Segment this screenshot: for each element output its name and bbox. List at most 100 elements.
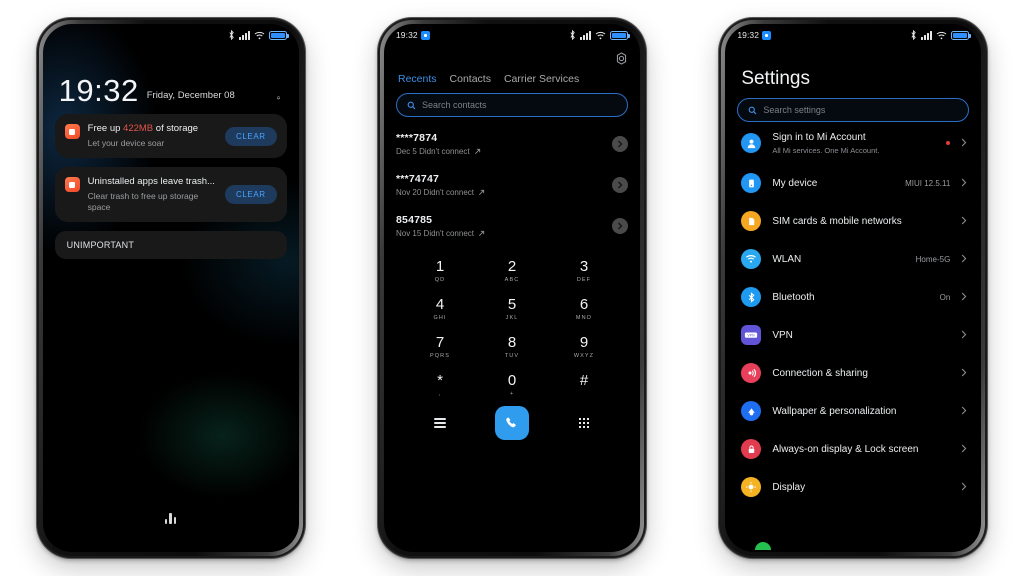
search-settings-bar[interactable]: Search settings <box>737 98 970 122</box>
status-badge <box>946 141 951 145</box>
call-info: ****7874 Dec 5 Didn't connect <box>396 132 604 156</box>
unimportant-section-header[interactable]: UNIMPORTANT <box>54 231 287 260</box>
settings-item-my-device[interactable]: My device MIUI 12.5.11 <box>725 164 981 202</box>
notification-card[interactable]: Free up 422MB of storage Let your device… <box>54 114 287 159</box>
dialpad-key-9[interactable]: 9 WXYZ <box>548 328 620 366</box>
call-log-row[interactable]: ****7874 Dec 5 Didn't connect <box>396 123 628 164</box>
dialpad-digit: 7 <box>435 334 445 351</box>
settings-item-body: Connection & sharing <box>772 367 950 380</box>
tab-carrier-services[interactable]: Carrier Services <box>504 73 579 85</box>
wifi-icon <box>741 249 762 269</box>
dialpad-key-2[interactable]: 2 ABC <box>476 252 548 290</box>
call-meta-text: Nov 20 Didn't connect <box>395 188 474 197</box>
call-meta-text: Dec 5 Didn't connect <box>395 147 470 156</box>
dialpad-key-7[interactable]: 7 PQRS <box>404 328 476 366</box>
dialpad-letters: PQRS <box>429 353 450 359</box>
signal-icon <box>921 30 933 40</box>
settings-item-body: Display <box>772 481 950 494</box>
notification-card[interactable]: Uninstalled apps leave trash... Clear tr… <box>54 167 287 223</box>
dialpad-toggle-button[interactable] <box>548 406 620 440</box>
settings-item-connection-sharing[interactable]: Connection & sharing <box>725 354 981 392</box>
settings-item-mi-account[interactable]: Sign in to Mi Account All Mi services. O… <box>725 122 981 164</box>
search-contacts-bar[interactable]: Search contacts <box>395 93 628 117</box>
clear-button[interactable]: CLEAR <box>224 126 277 146</box>
dialpad-letters: QD <box>434 277 446 283</box>
settings-item-wallpaper[interactable]: Wallpaper & personalization <box>725 392 981 430</box>
bluetooth-icon <box>570 30 575 40</box>
brightness-icon <box>741 477 762 497</box>
settings-item-value: MIUI 12.5.11 <box>905 178 951 188</box>
dialpad-key-8[interactable]: 8 TUV <box>476 328 548 366</box>
dialpad-digit: 2 <box>507 258 517 275</box>
battery-icon <box>609 30 630 40</box>
chevron-right-icon <box>961 174 967 192</box>
notification-text: Let your device soar <box>87 138 165 149</box>
dialpad-key-3[interactable]: 3 DEF <box>548 252 620 290</box>
settings-item-partial-icon <box>755 542 772 550</box>
settings-item-label: Always-on display & Lock screen <box>772 443 919 455</box>
settings-item-sim-cards[interactable]: SIM cards & mobile networks <box>725 202 981 240</box>
menu-button[interactable] <box>404 406 476 440</box>
dialpad-grid-icon <box>578 417 590 429</box>
dialpad-key-6[interactable]: 6 MNO <box>548 290 620 328</box>
dialpad-key-4[interactable]: 4 GHI <box>404 290 476 328</box>
search-icon <box>407 101 416 109</box>
chevron-right-icon <box>961 326 967 344</box>
settings-item-bluetooth[interactable]: Bluetooth On <box>725 278 981 316</box>
chevron-right-icon <box>961 364 967 382</box>
call-detail-chevron-icon[interactable] <box>611 177 628 193</box>
call-meta: Nov 20 Didn't connect <box>396 188 604 197</box>
clear-button[interactable]: CLEAR <box>224 185 277 205</box>
dialpad-key-hash[interactable]: # <box>548 366 620 404</box>
call-number: 854785 <box>395 214 433 226</box>
tab-recents[interactable]: Recents <box>398 73 437 85</box>
dialpad-key-star[interactable]: * , <box>404 366 476 404</box>
hamburger-menu-icon <box>433 418 446 428</box>
tab-contacts[interactable]: Contacts <box>450 73 491 85</box>
dialpad-digit: 8 <box>507 334 517 351</box>
connection-sharing-icon <box>741 363 762 383</box>
search-contacts-placeholder: Search contacts <box>421 100 487 110</box>
call-info: ***74747 Nov 20 Didn't connect <box>396 173 604 197</box>
notification-text: Clear trash to free up storage space <box>87 191 199 213</box>
bluetooth-icon <box>741 287 762 307</box>
settings-item-value: On <box>939 292 951 302</box>
status-right <box>910 30 972 40</box>
gear-icon[interactable] <box>615 52 628 65</box>
call-button[interactable] <box>494 406 529 440</box>
call-detail-chevron-icon[interactable] <box>611 218 628 234</box>
settings-item-body: My device <box>772 177 894 190</box>
chevron-right-icon <box>961 134 967 152</box>
recents-list: ****7874 Dec 5 Didn't connect ***74747 N… <box>384 117 640 246</box>
call-log-row[interactable]: ***74747 Nov 20 Didn't connect <box>396 164 628 205</box>
phone2-status-bar: 19:32 <box>384 24 640 46</box>
cleaner-app-icon <box>64 177 80 193</box>
lockscreen-clock-row: 19:32 Friday, December 08 <box>43 46 299 108</box>
lockscreen-clock: 19:32 <box>58 73 139 108</box>
settings-item-display[interactable]: Display <box>725 468 981 506</box>
dialpad-letters: WXYZ <box>573 353 595 359</box>
call-detail-chevron-icon[interactable] <box>611 136 628 152</box>
call-log-row[interactable]: 854785 Nov 15 Didn't connect <box>396 205 628 246</box>
call-number: ***74747 <box>395 173 440 185</box>
outgoing-call-arrow-icon <box>479 230 485 236</box>
notification-badge-icon <box>762 30 772 40</box>
call-button-cell <box>476 406 548 440</box>
dialpad-letters: ABC <box>504 277 520 283</box>
battery-icon <box>951 30 972 40</box>
dialpad-key-5[interactable]: 5 JKL <box>476 290 548 328</box>
settings-item-value: Home-5G <box>915 254 951 264</box>
chevron-right-icon <box>961 402 967 420</box>
dialpad-digit: 4 <box>435 296 445 313</box>
wifi-icon <box>595 31 606 39</box>
settings-item-always-on-display[interactable]: Always-on display & Lock screen <box>725 430 981 468</box>
dialpad-key-1[interactable]: 1 QD <box>404 252 476 290</box>
notification-body: Free up 422MB of storage Let your device… <box>88 123 217 149</box>
status-left: 19:32 <box>737 30 772 40</box>
dialpad-key-0[interactable]: 0 + <box>476 366 548 404</box>
cleaner-app-icon <box>64 124 80 140</box>
settings-item-vpn[interactable]: VPN VPN <box>725 316 981 354</box>
call-info: 854785 Nov 15 Didn't connect <box>396 214 604 238</box>
settings-item-wlan[interactable]: WLAN Home-5G <box>725 240 981 278</box>
settings-item-label: WLAN <box>772 253 802 265</box>
